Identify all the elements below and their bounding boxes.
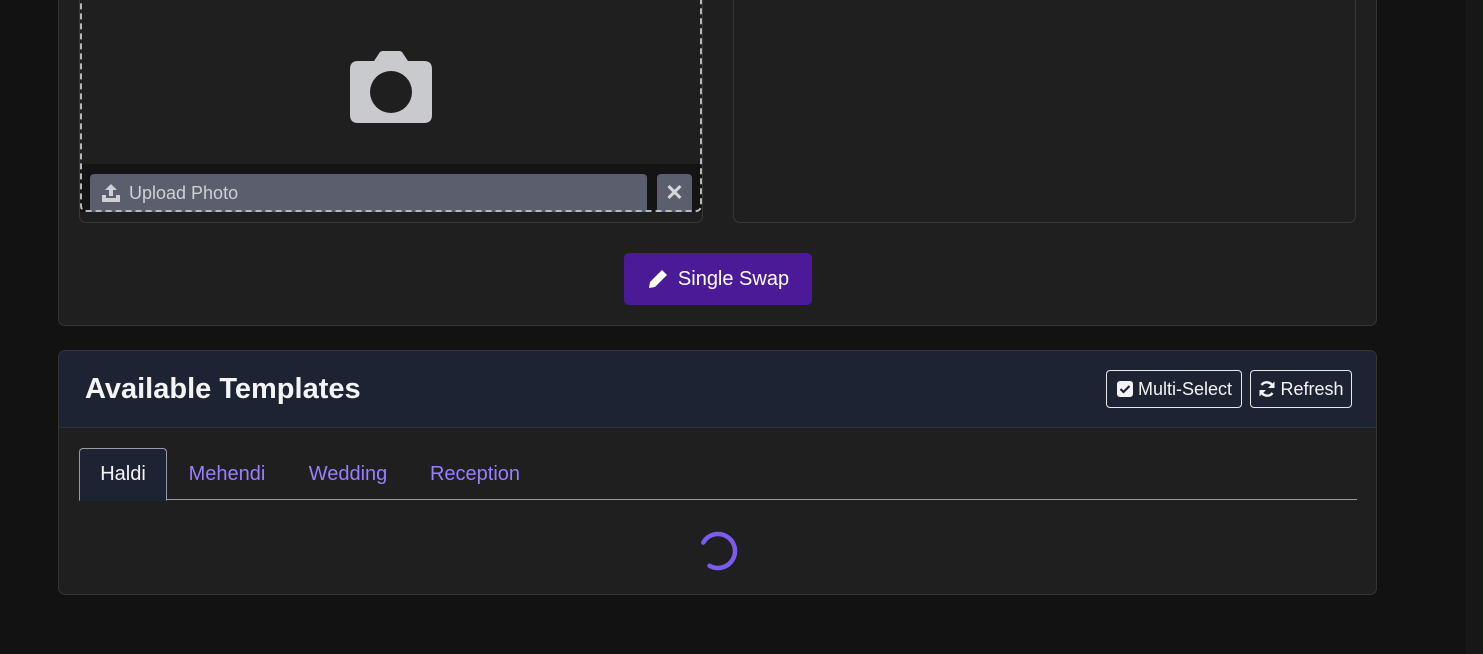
single-swap-button[interactable]: Single Swap [624,253,812,305]
checkbox-checked-icon [1116,381,1133,397]
result-preview-panel [733,0,1356,223]
templates-card: Available Templates Multi-Select Refresh… [58,350,1377,595]
template-category-tabs: Haldi Mehendi Wedding Reception [79,448,1357,501]
pen-icon [648,270,667,288]
tab-wedding[interactable]: Wedding [299,448,397,500]
upload-photo-button[interactable]: Upload Photo [90,174,647,212]
upload-photo-label: Upload Photo [129,182,239,203]
close-icon: ✕ [665,180,684,205]
clear-photo-button[interactable]: ✕ [657,174,692,212]
single-swap-label: Single Swap [677,267,790,290]
templates-header: Available Templates Multi-Select Refresh [59,351,1376,428]
camera-icon [350,51,432,123]
multi-select-label: Multi-Select [1137,378,1233,399]
refresh-label: Refresh [1280,378,1344,399]
templates-title: Available Templates [85,373,361,405]
refresh-button[interactable]: Refresh [1250,370,1352,408]
tab-mehendi[interactable]: Mehendi [179,448,275,500]
tab-reception[interactable]: Reception [421,448,529,500]
loading-spinner [698,531,738,571]
tab-haldi[interactable]: Haldi [79,448,167,501]
multi-select-button[interactable]: Multi-Select [1106,370,1242,408]
upload-icon [102,184,120,202]
page-scrollbar[interactable] [1466,0,1483,654]
refresh-icon [1259,381,1275,397]
